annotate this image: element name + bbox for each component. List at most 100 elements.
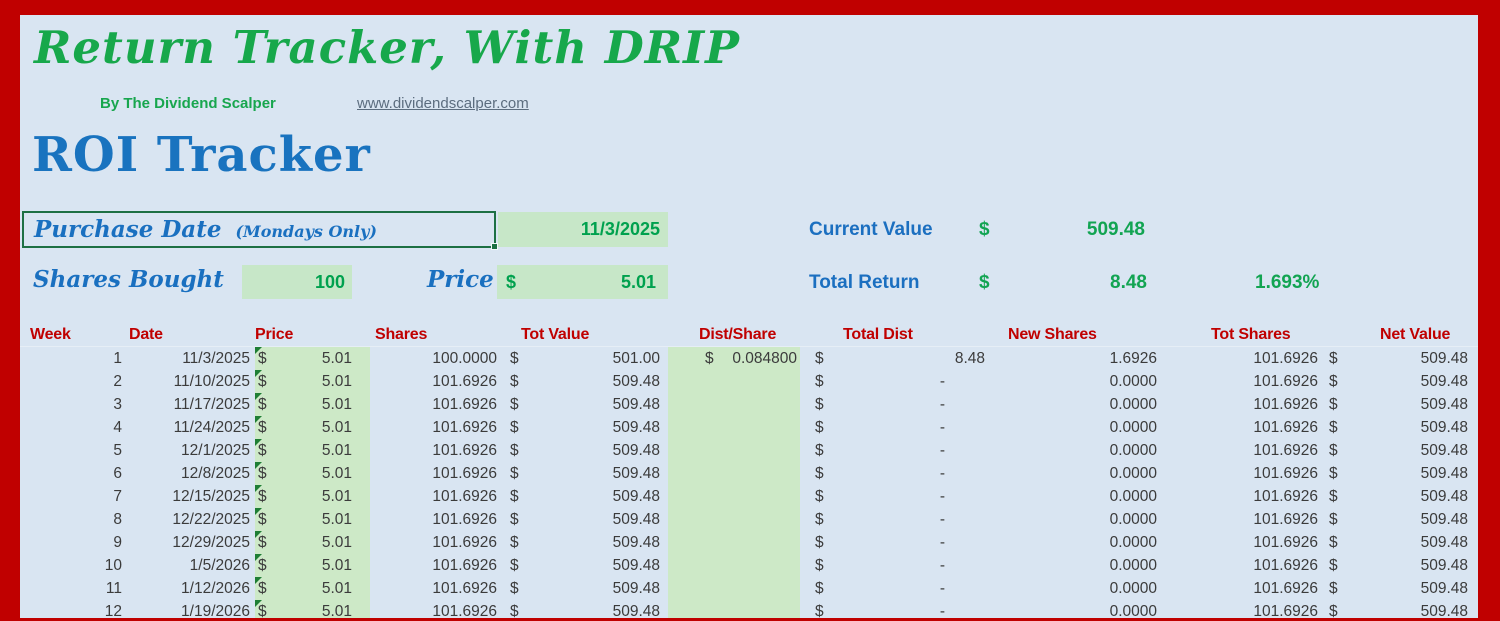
cell-total-dist[interactable]: $ -: [800, 370, 990, 393]
cell-tot-shares[interactable]: 101.6926: [1162, 393, 1323, 416]
cell-tot-value[interactable]: $ 509.48: [498, 439, 668, 462]
cell-dist-share[interactable]: [668, 485, 800, 508]
col-header-tot-shares[interactable]: Tot Shares: [1162, 323, 1323, 346]
price-input[interactable]: $ 5.01: [497, 265, 668, 299]
col-header-total-dist[interactable]: Total Dist: [800, 323, 990, 346]
cell-total-dist[interactable]: $ -: [800, 462, 990, 485]
cell-tot-shares[interactable]: 101.6926: [1162, 439, 1323, 462]
cell-tot-shares[interactable]: 101.6926: [1162, 554, 1323, 577]
cell-shares[interactable]: 101.6926: [370, 600, 498, 618]
cell-tot-shares[interactable]: 101.6926: [1162, 370, 1323, 393]
cell-tot-value[interactable]: $ 509.48: [498, 393, 668, 416]
col-header-week[interactable]: Week: [20, 323, 125, 346]
fill-handle[interactable]: [491, 243, 498, 250]
cell-week[interactable]: 12: [20, 600, 125, 618]
cell-total-dist[interactable]: $ -: [800, 485, 990, 508]
cell-new-shares[interactable]: 0.0000: [990, 462, 1162, 485]
cell-tot-value[interactable]: $ 509.48: [498, 554, 668, 577]
cell-net-value[interactable]: $ 509.48: [1323, 462, 1478, 485]
website-link[interactable]: www.dividendscalper.com: [357, 95, 529, 112]
cell-tot-shares[interactable]: 101.6926: [1162, 600, 1323, 618]
cell-tot-shares[interactable]: 101.6926: [1162, 347, 1323, 370]
cell-net-value[interactable]: $ 509.48: [1323, 577, 1478, 600]
cell-tot-value[interactable]: $ 509.48: [498, 485, 668, 508]
cell-total-dist[interactable]: $ -: [800, 531, 990, 554]
cell-tot-value[interactable]: $ 509.48: [498, 531, 668, 554]
col-header-dist-share[interactable]: Dist/Share: [668, 323, 800, 346]
shares-bought-input[interactable]: 100: [242, 265, 352, 299]
cell-price[interactable]: $ 5.01: [255, 508, 370, 531]
cell-tot-value[interactable]: $ 509.48: [498, 416, 668, 439]
cell-price[interactable]: $ 5.01: [255, 416, 370, 439]
cell-tot-value[interactable]: $ 509.48: [498, 600, 668, 618]
col-header-price[interactable]: Price: [255, 323, 370, 346]
cell-tot-value[interactable]: $ 509.48: [498, 370, 668, 393]
cell-tot-shares[interactable]: 101.6926: [1162, 416, 1323, 439]
cell-tot-shares[interactable]: 101.6926: [1162, 485, 1323, 508]
cell-net-value[interactable]: $ 509.48: [1323, 485, 1478, 508]
cell-dist-share[interactable]: [668, 370, 800, 393]
cell-net-value[interactable]: $ 509.48: [1323, 416, 1478, 439]
cell-total-dist[interactable]: $ -: [800, 577, 990, 600]
cell-shares[interactable]: 101.6926: [370, 416, 498, 439]
cell-price[interactable]: $ 5.01: [255, 462, 370, 485]
col-header-date[interactable]: Date: [125, 323, 255, 346]
cell-week[interactable]: 8: [20, 508, 125, 531]
cell-date[interactable]: 11/17/2025: [125, 393, 255, 416]
cell-shares[interactable]: 101.6926: [370, 554, 498, 577]
cell-new-shares[interactable]: 0.0000: [990, 577, 1162, 600]
cell-tot-shares[interactable]: 101.6926: [1162, 577, 1323, 600]
cell-week[interactable]: 7: [20, 485, 125, 508]
cell-shares[interactable]: 101.6926: [370, 370, 498, 393]
cell-date[interactable]: 11/3/2025: [125, 347, 255, 370]
cell-dist-share[interactable]: [668, 393, 800, 416]
cell-net-value[interactable]: $ 509.48: [1323, 439, 1478, 462]
col-header-tot-value[interactable]: Tot Value: [498, 323, 668, 346]
cell-dist-share[interactable]: [668, 508, 800, 531]
cell-net-value[interactable]: $ 509.48: [1323, 370, 1478, 393]
cell-date[interactable]: 1/5/2026: [125, 554, 255, 577]
cell-tot-value[interactable]: $ 509.48: [498, 508, 668, 531]
cell-date[interactable]: 1/12/2026: [125, 577, 255, 600]
cell-net-value[interactable]: $ 509.48: [1323, 531, 1478, 554]
cell-total-dist[interactable]: $ -: [800, 439, 990, 462]
cell-total-dist[interactable]: $ -: [800, 554, 990, 577]
cell-week[interactable]: 2: [20, 370, 125, 393]
cell-week[interactable]: 3: [20, 393, 125, 416]
cell-tot-shares[interactable]: 101.6926: [1162, 531, 1323, 554]
cell-shares[interactable]: 101.6926: [370, 439, 498, 462]
cell-net-value[interactable]: $ 509.48: [1323, 554, 1478, 577]
cell-dist-share[interactable]: [668, 554, 800, 577]
cell-new-shares[interactable]: 0.0000: [990, 508, 1162, 531]
cell-price[interactable]: $ 5.01: [255, 485, 370, 508]
cell-tot-value[interactable]: $ 501.00: [498, 347, 668, 370]
cell-new-shares[interactable]: 0.0000: [990, 600, 1162, 618]
cell-week[interactable]: 5: [20, 439, 125, 462]
cell-week[interactable]: 4: [20, 416, 125, 439]
cell-total-dist[interactable]: $ -: [800, 508, 990, 531]
cell-total-dist[interactable]: $ -: [800, 393, 990, 416]
cell-net-value[interactable]: $ 509.48: [1323, 347, 1478, 370]
cell-date[interactable]: 12/8/2025: [125, 462, 255, 485]
cell-price[interactable]: $ 5.01: [255, 577, 370, 600]
cell-shares[interactable]: 100.0000: [370, 347, 498, 370]
cell-shares[interactable]: 101.6926: [370, 462, 498, 485]
cell-tot-value[interactable]: $ 509.48: [498, 462, 668, 485]
cell-net-value[interactable]: $ 509.48: [1323, 600, 1478, 618]
cell-new-shares[interactable]: 0.0000: [990, 439, 1162, 462]
cell-new-shares[interactable]: 0.0000: [990, 370, 1162, 393]
cell-shares[interactable]: 101.6926: [370, 508, 498, 531]
cell-week[interactable]: 9: [20, 531, 125, 554]
cell-net-value[interactable]: $ 509.48: [1323, 508, 1478, 531]
cell-date[interactable]: 1/19/2026: [125, 600, 255, 618]
cell-total-dist[interactable]: $ -: [800, 416, 990, 439]
cell-price[interactable]: $ 5.01: [255, 370, 370, 393]
cell-dist-share[interactable]: [668, 416, 800, 439]
cell-tot-shares[interactable]: 101.6926: [1162, 508, 1323, 531]
cell-shares[interactable]: 101.6926: [370, 393, 498, 416]
col-header-new-shares[interactable]: New Shares: [990, 323, 1162, 346]
cell-shares[interactable]: 101.6926: [370, 531, 498, 554]
cell-dist-share[interactable]: [668, 439, 800, 462]
cell-date[interactable]: 12/29/2025: [125, 531, 255, 554]
cell-new-shares[interactable]: 0.0000: [990, 416, 1162, 439]
